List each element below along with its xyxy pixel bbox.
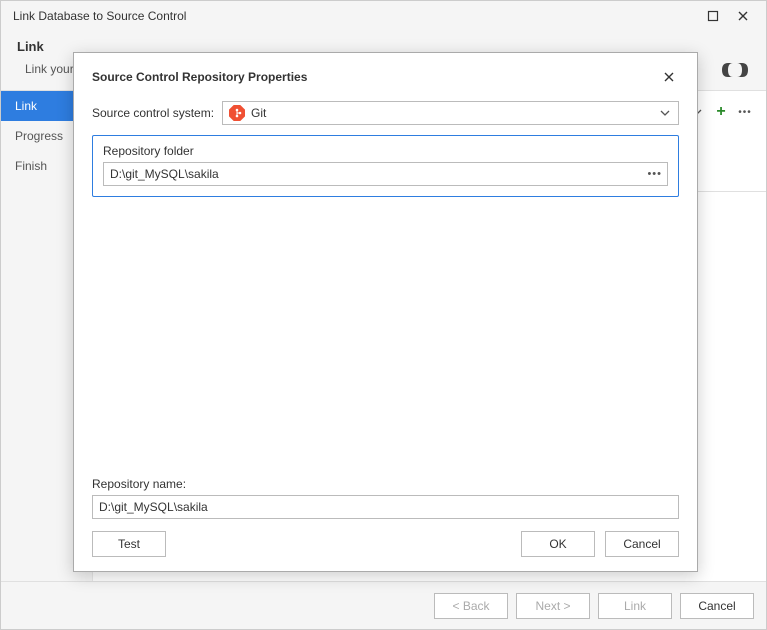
cancel-button[interactable]: Cancel	[680, 593, 754, 619]
ok-button[interactable]: OK	[521, 531, 595, 557]
repository-name-label: Repository name:	[92, 477, 679, 491]
close-button[interactable]	[728, 4, 758, 28]
titlebar: Link Database to Source Control	[1, 1, 766, 31]
maximize-button[interactable]	[698, 4, 728, 28]
link-button[interactable]: Link	[598, 593, 672, 619]
source-control-select[interactable]: Git	[222, 101, 679, 125]
maximize-icon	[707, 10, 719, 22]
test-button[interactable]: Test	[92, 531, 166, 557]
dialog-close-button[interactable]	[659, 67, 679, 87]
plus-icon: +	[716, 103, 725, 121]
main-footer: < Back Next > Link Cancel	[1, 581, 766, 629]
source-control-row: Source control system: Git	[92, 101, 679, 125]
repository-folder-input[interactable]	[103, 162, 668, 186]
window-title: Link Database to Source Control	[9, 9, 698, 23]
add-button[interactable]: +	[712, 103, 730, 121]
repository-folder-wrapper: •••	[103, 162, 668, 186]
browse-button[interactable]: •••	[647, 168, 662, 180]
dialog-title: Source Control Repository Properties	[92, 70, 659, 84]
source-control-label: Source control system:	[92, 106, 214, 120]
source-control-value: Git	[251, 106, 658, 120]
dialog-footer: Test OK Cancel	[92, 531, 679, 557]
repository-name-section: Repository name:	[92, 477, 679, 519]
more-button[interactable]: •••	[736, 103, 754, 121]
back-button[interactable]: < Back	[434, 593, 508, 619]
git-icon	[229, 105, 245, 121]
close-icon	[663, 71, 675, 83]
next-button[interactable]: Next >	[516, 593, 590, 619]
dialog-spacer	[92, 205, 679, 477]
ellipsis-icon: •••	[647, 168, 662, 180]
cancel-button[interactable]: Cancel	[605, 531, 679, 557]
repository-properties-dialog: Source Control Repository Properties Sou…	[73, 52, 698, 572]
repository-folder-label: Repository folder	[103, 144, 668, 158]
dialog-header: Source Control Repository Properties	[92, 67, 679, 87]
link-logo-icon	[720, 59, 750, 86]
ellipsis-icon: •••	[738, 107, 752, 118]
repository-folder-fieldset: Repository folder •••	[92, 135, 679, 197]
chevron-down-icon	[658, 110, 672, 116]
close-icon	[737, 10, 749, 22]
repository-name-input[interactable]	[92, 495, 679, 519]
